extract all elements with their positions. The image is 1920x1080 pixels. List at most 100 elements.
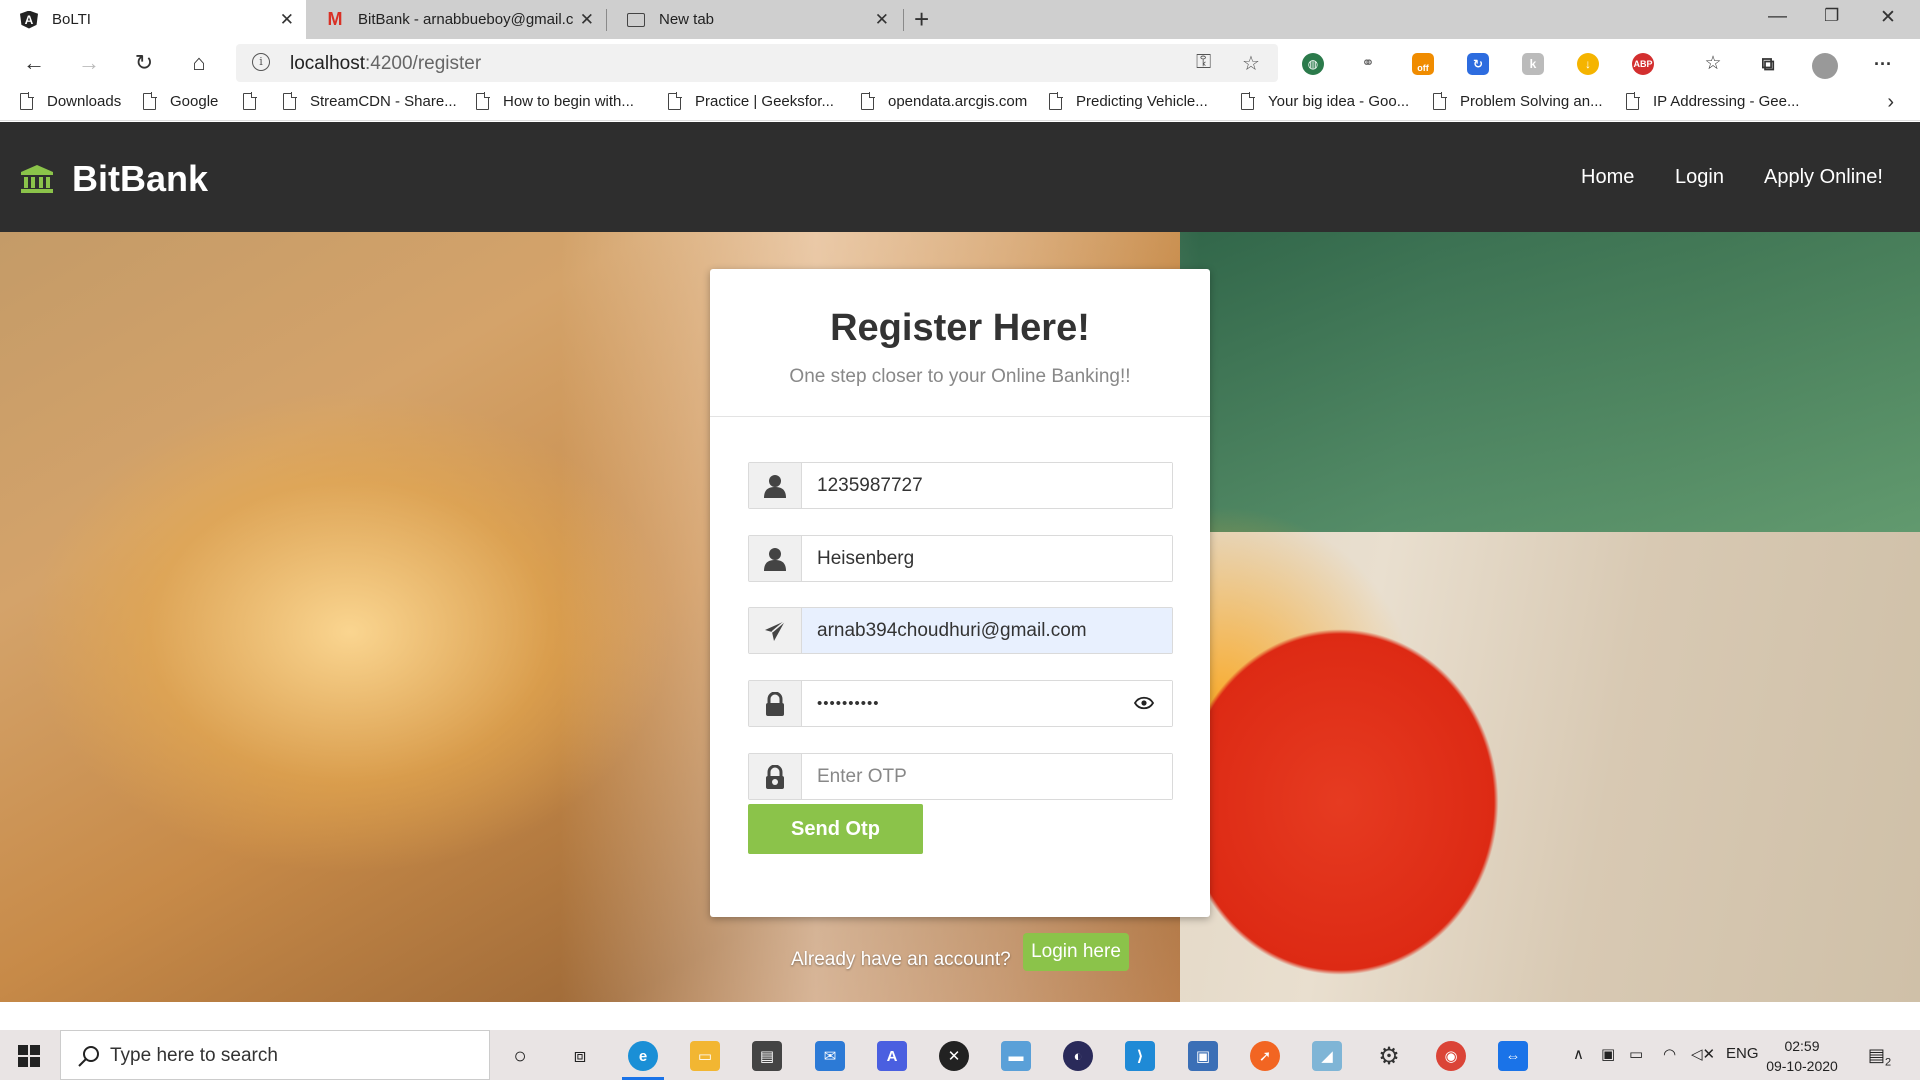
extension-lock-icon[interactable]: ↻ bbox=[1467, 53, 1489, 75]
more-menu-icon[interactable]: ··· bbox=[1872, 53, 1894, 75]
app-navbar: BitBank Home Login Apply Online! bbox=[0, 122, 1920, 232]
tab-bitbank-gmail[interactable]: M BitBank - arnabbueboy@gmail.c ✕ bbox=[306, 0, 606, 39]
app-window-icon[interactable]: ▣ bbox=[1188, 1041, 1218, 1071]
extension-puzzle-icon[interactable]: k bbox=[1522, 53, 1544, 75]
nav-apply-online-link[interactable]: Apply Online! bbox=[1764, 166, 1883, 189]
login-here-button[interactable]: Login here bbox=[1023, 933, 1129, 971]
tray-device-icon[interactable]: ▣ bbox=[1601, 1045, 1615, 1063]
page-icon bbox=[668, 92, 682, 110]
battery-icon[interactable]: ▭ bbox=[1629, 1045, 1643, 1063]
password-input[interactable] bbox=[802, 681, 1172, 726]
nav-login-link[interactable]: Login bbox=[1675, 166, 1724, 189]
site-info-icon[interactable]: i bbox=[252, 53, 270, 71]
collections-icon[interactable]: ⧉ bbox=[1757, 53, 1779, 75]
search-icon bbox=[78, 1046, 99, 1067]
name-input[interactable] bbox=[802, 536, 1172, 581]
extension-globe-icon[interactable]: ◍ bbox=[1302, 53, 1324, 75]
notifications-icon[interactable]: ▤2 bbox=[1868, 1045, 1891, 1069]
register-subtitle: One step closer to your Online Banking!! bbox=[789, 366, 1131, 387]
page-icon bbox=[143, 92, 157, 110]
close-icon[interactable]: ✕ bbox=[580, 10, 594, 30]
app-a-icon[interactable]: A bbox=[877, 1041, 907, 1071]
tab-strip: A BoLTI ✕ M BitBank - arnabbueboy@gmail.… bbox=[0, 0, 1920, 39]
show-password-eye-icon[interactable] bbox=[1134, 696, 1154, 710]
bookmark-opendata[interactable]: opendata.arcgis.com bbox=[861, 92, 1027, 110]
mail-icon[interactable]: ✉ bbox=[815, 1041, 845, 1071]
this-pc-icon[interactable]: ▬ bbox=[1001, 1041, 1031, 1071]
address-bar[interactable]: i localhost:4200/register ⚿ ☆ bbox=[236, 44, 1278, 82]
input-language[interactable]: ENG bbox=[1726, 1045, 1759, 1062]
window-close-icon[interactable]: ✕ bbox=[1880, 6, 1896, 29]
account-number-input[interactable] bbox=[802, 463, 1172, 508]
brand-name: BitBank bbox=[72, 158, 209, 199]
wifi-icon[interactable]: ◠ bbox=[1663, 1045, 1676, 1063]
page-icon bbox=[1433, 92, 1447, 110]
cortana-icon[interactable]: ○ bbox=[505, 1041, 535, 1071]
show-hidden-icons-icon[interactable]: ∧ bbox=[1573, 1045, 1584, 1063]
postman-icon[interactable]: ➚ bbox=[1250, 1041, 1280, 1071]
chevron-right-icon[interactable]: › bbox=[1887, 91, 1894, 114]
bookmark-streamcdn[interactable]: StreamCDN - Share... bbox=[283, 92, 457, 110]
forward-arrow-icon[interactable]: → bbox=[75, 50, 103, 76]
windows-start-icon[interactable] bbox=[18, 1045, 40, 1067]
bookmark-google[interactable]: Google bbox=[143, 92, 218, 110]
bookmark-untitled[interactable] bbox=[243, 92, 270, 110]
minimize-icon[interactable]: — bbox=[1768, 6, 1787, 28]
bookmark-practice-geeks[interactable]: Practice | Geeksfor... bbox=[668, 92, 834, 110]
adblock-icon[interactable]: ABP bbox=[1632, 53, 1654, 75]
store-icon[interactable]: ▤ bbox=[752, 1041, 782, 1071]
volume-muted-icon[interactable]: ◁✕ bbox=[1691, 1045, 1715, 1063]
home-icon[interactable]: ⌂ bbox=[185, 50, 213, 76]
refresh-icon[interactable]: ↻ bbox=[130, 50, 158, 76]
bookmarks-bar: Downloads Google StreamCDN - Share... Ho… bbox=[0, 88, 1920, 121]
angular-icon: A bbox=[20, 10, 38, 29]
favorite-star-icon[interactable]: ☆ bbox=[1242, 51, 1260, 76]
page-icon bbox=[1049, 92, 1063, 110]
extension-bike-icon[interactable]: ⚭ bbox=[1357, 53, 1379, 75]
new-tab-plus-icon[interactable]: + bbox=[914, 4, 929, 35]
bookmark-predicting-vehicle[interactable]: Predicting Vehicle... bbox=[1049, 92, 1208, 110]
settings-gear-icon[interactable]: ⚙ bbox=[1374, 1041, 1404, 1071]
chrome-icon[interactable]: ◉ bbox=[1436, 1041, 1466, 1071]
nav-home-link[interactable]: Home bbox=[1581, 166, 1634, 189]
teamviewer-icon[interactable]: ⇔ bbox=[1498, 1041, 1528, 1071]
clock-date: 09-10-2020 bbox=[1766, 1058, 1838, 1074]
maximize-icon[interactable]: ❐ bbox=[1824, 6, 1839, 26]
bookmark-how-to-begin[interactable]: How to begin with... bbox=[476, 92, 634, 110]
browser-toolbar: ← → ↻ ⌂ i localhost:4200/register ⚿ ☆ ◍ … bbox=[0, 39, 1920, 88]
close-icon[interactable]: ✕ bbox=[875, 10, 889, 30]
bank-icon bbox=[21, 165, 53, 193]
file-explorer-icon[interactable]: ▭ bbox=[690, 1041, 720, 1071]
otp-input[interactable] bbox=[802, 754, 1172, 799]
page-icon bbox=[1241, 92, 1255, 110]
edge-browser-icon[interactable]: e bbox=[628, 1041, 658, 1071]
paper-plane-icon bbox=[749, 608, 802, 653]
key-icon[interactable]: ⚿ bbox=[1196, 51, 1211, 74]
brand-logo[interactable]: BitBank bbox=[20, 158, 208, 200]
taskbar-search-box[interactable]: Type here to search bbox=[60, 1030, 490, 1080]
extension-off-icon[interactable]: off bbox=[1412, 53, 1434, 75]
bookmark-big-idea[interactable]: Your big idea - Goo... bbox=[1241, 92, 1409, 110]
tab-title: BoLTI bbox=[52, 11, 91, 28]
tab-bolti[interactable]: A BoLTI ✕ bbox=[0, 0, 306, 39]
eclipse-icon[interactable]: ◐ bbox=[1063, 1041, 1093, 1071]
address-url[interactable]: localhost:4200/register bbox=[290, 53, 481, 75]
back-arrow-icon[interactable]: ← bbox=[20, 50, 48, 76]
task-view-icon[interactable]: ⧈ bbox=[565, 1041, 595, 1071]
system-clock[interactable]: 02:59 09-10-2020 bbox=[1762, 1036, 1842, 1076]
email-input[interactable] bbox=[802, 608, 1172, 653]
lock-icon bbox=[749, 681, 802, 726]
tab-new-tab[interactable]: New tab ✕ bbox=[607, 0, 901, 39]
extension-download-icon[interactable]: ↓ bbox=[1577, 53, 1599, 75]
app-shape-icon[interactable]: ◢ bbox=[1312, 1041, 1342, 1071]
bookmark-ip-addressing[interactable]: IP Addressing - Gee... bbox=[1626, 92, 1799, 110]
bookmark-problem-solving[interactable]: Problem Solving an... bbox=[1433, 92, 1603, 110]
profile-avatar[interactable] bbox=[1812, 53, 1838, 79]
send-otp-button[interactable]: Send Otp bbox=[748, 804, 923, 854]
user-icon bbox=[749, 536, 802, 581]
favorites-list-icon[interactable]: ☆ bbox=[1702, 53, 1724, 75]
bookmark-downloads[interactable]: Downloads bbox=[20, 92, 121, 110]
vscode-icon[interactable]: ⟩ bbox=[1125, 1041, 1155, 1071]
xbox-icon[interactable]: ✕ bbox=[939, 1041, 969, 1071]
close-icon[interactable]: ✕ bbox=[280, 10, 294, 30]
